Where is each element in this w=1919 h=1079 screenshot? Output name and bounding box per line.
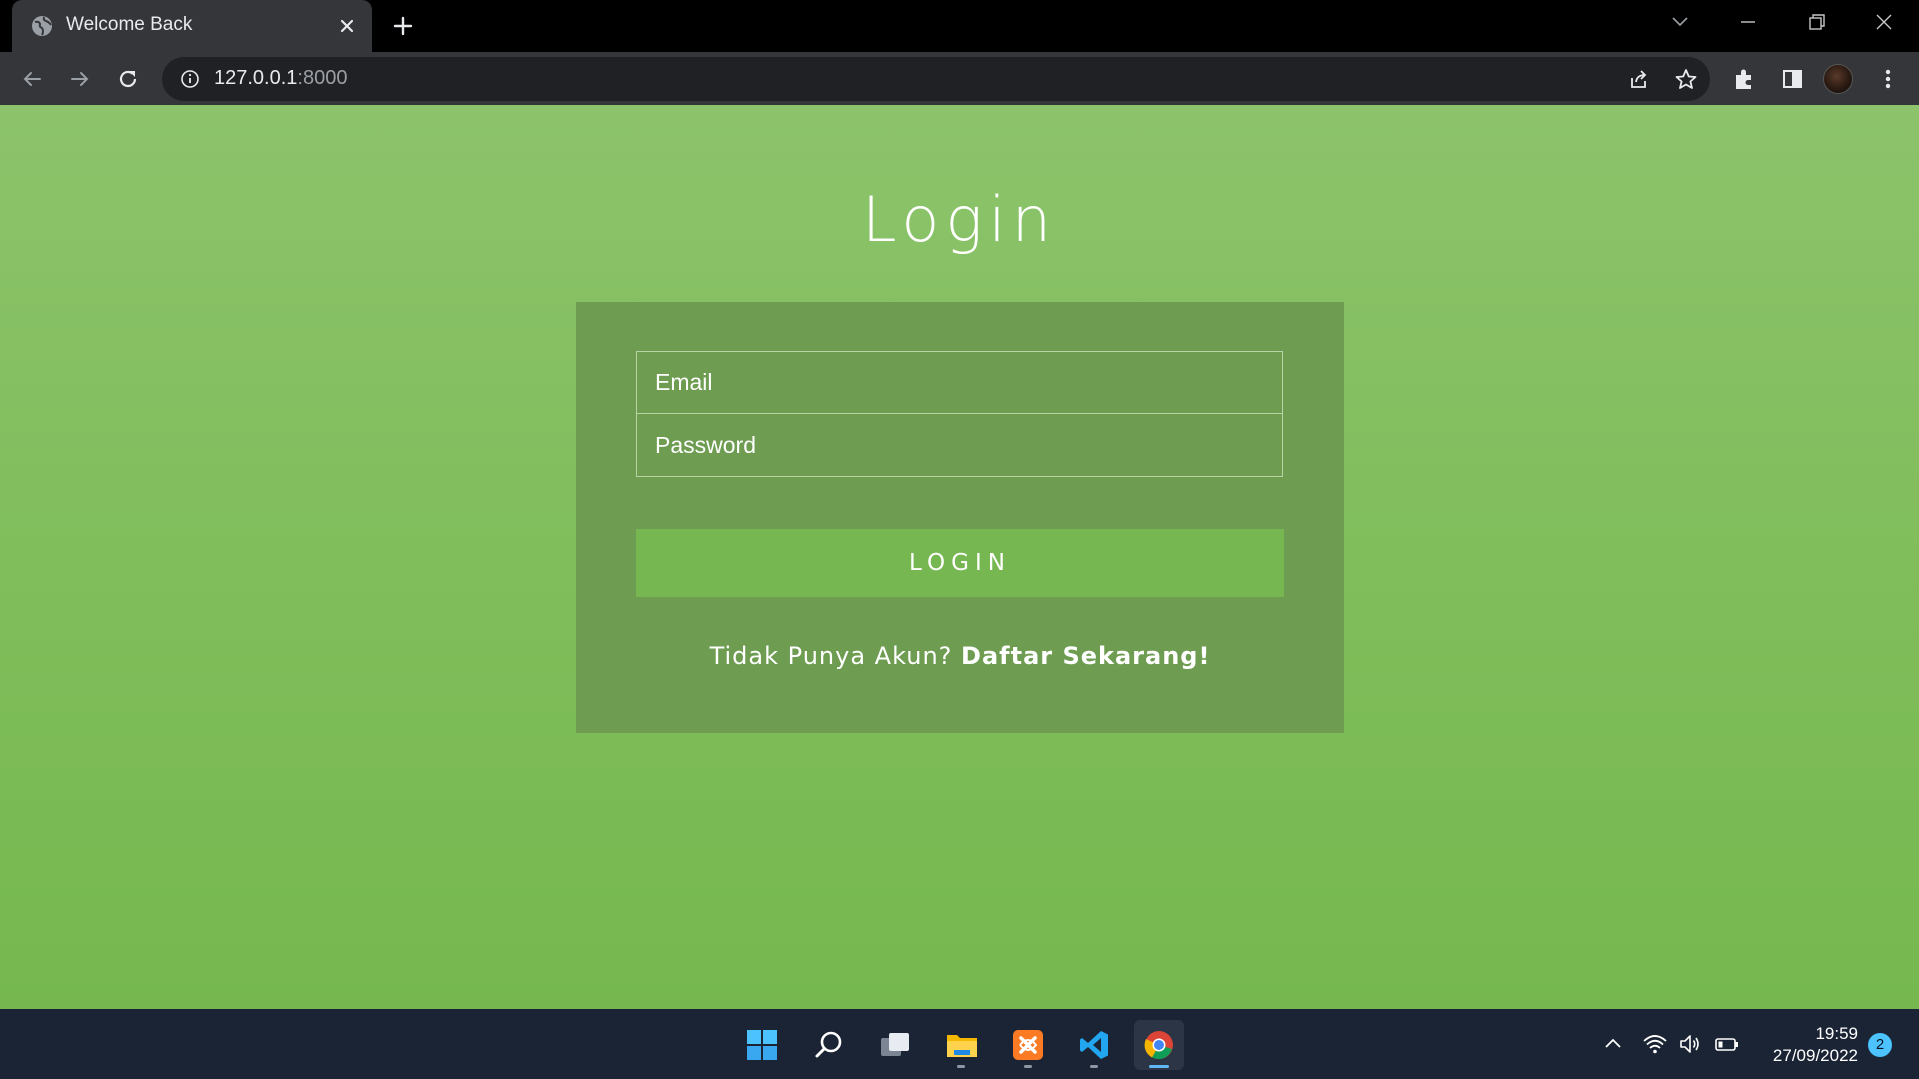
clock-date: 27/09/2022 [1772, 1046, 1858, 1065]
show-hidden-icons-icon[interactable] [1600, 1031, 1626, 1057]
back-icon[interactable] [18, 65, 46, 93]
new-tab-icon[interactable] [390, 13, 416, 39]
search-icon [815, 1031, 842, 1058]
windows-start-button[interactable] [737, 1020, 787, 1070]
browser-toolbar: 127.0.0.1:8000 [0, 52, 1919, 105]
globe-icon [32, 16, 52, 36]
task-view-icon [881, 1033, 909, 1056]
site-info-icon[interactable] [178, 67, 202, 91]
browser-titlebar: Welcome Back [0, 0, 1919, 52]
active-indicator [1149, 1065, 1169, 1068]
taskbar: 19:59 27/09/2022 2 [0, 1009, 1919, 1079]
taskbar-file-explorer[interactable] [936, 1020, 986, 1070]
close-tab-icon[interactable] [334, 13, 360, 39]
url-text[interactable]: 127.0.0.1:8000 [214, 67, 347, 90]
running-indicator [957, 1065, 965, 1068]
bookmark-star-icon[interactable] [1672, 66, 1700, 94]
page-title: Login [861, 183, 1058, 256]
menu-kebab-icon[interactable] [1874, 65, 1902, 93]
volume-icon[interactable] [1677, 1031, 1703, 1057]
browser-tab[interactable]: Welcome Back [12, 0, 372, 52]
email-field [636, 351, 1283, 414]
forward-icon[interactable] [66, 65, 94, 93]
taskbar-xampp[interactable] [1003, 1020, 1053, 1070]
battery-icon[interactable] [1714, 1031, 1740, 1057]
login-form: LOGIN Tidak Punya Akun? Daftar Sekarang! [576, 302, 1344, 733]
profile-avatar[interactable] [1823, 64, 1853, 94]
extensions-icon[interactable] [1730, 65, 1758, 93]
taskbar-chrome[interactable] [1134, 1020, 1184, 1070]
url-host: 127.0.0.1 [214, 67, 298, 89]
email-input[interactable] [637, 352, 1282, 413]
login-button[interactable]: LOGIN [636, 529, 1284, 597]
restore-icon[interactable] [1798, 8, 1834, 36]
reload-icon[interactable] [114, 65, 142, 93]
password-input[interactable] [637, 414, 1282, 476]
address-bar[interactable]: 127.0.0.1:8000 [162, 57, 1710, 101]
url-port: :8000 [297, 67, 348, 89]
windows-start-icon [747, 1030, 777, 1060]
taskbar-clock[interactable]: 19:59 27/09/2022 [1750, 1023, 1858, 1067]
tab-title: Welcome Back [66, 14, 193, 35]
taskbar-task-view[interactable] [870, 1020, 920, 1070]
minimize-icon[interactable] [1730, 8, 1766, 36]
password-field [636, 414, 1283, 477]
clock-time: 19:59 [1815, 1024, 1858, 1043]
signup-prompt: Tidak Punya Akun? Daftar Sekarang! [576, 642, 1344, 670]
share-icon[interactable] [1624, 66, 1652, 94]
vscode-icon [1080, 1031, 1108, 1059]
taskbar-vscode[interactable] [1069, 1020, 1119, 1070]
signup-prompt-text: Tidak Punya Akun? [709, 642, 953, 670]
xampp-icon [1013, 1030, 1043, 1060]
file-explorer-icon [947, 1035, 977, 1057]
close-window-icon[interactable] [1866, 8, 1902, 36]
notification-badge[interactable]: 2 [1868, 1033, 1892, 1057]
register-link[interactable]: Daftar Sekarang! [961, 642, 1210, 670]
running-indicator [1024, 1065, 1032, 1068]
running-indicator [1090, 1065, 1098, 1068]
page-viewport: Login LOGIN Tidak Punya Akun? Daftar Sek… [0, 105, 1919, 1009]
tab-search-icon[interactable] [1662, 8, 1698, 36]
side-panel-icon[interactable] [1778, 65, 1806, 93]
taskbar-search[interactable] [804, 1020, 854, 1070]
wifi-icon[interactable] [1642, 1031, 1668, 1057]
chrome-icon [1144, 1031, 1173, 1060]
